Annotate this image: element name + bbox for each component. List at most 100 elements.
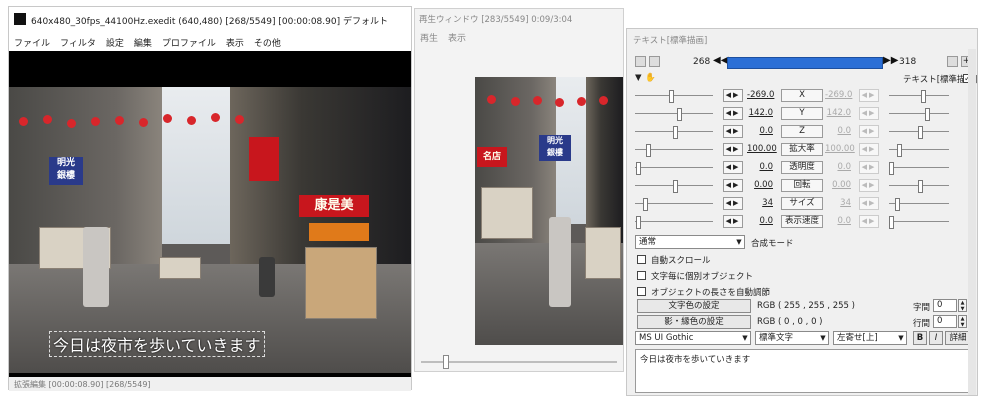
param-step-left[interactable]: ◀▶	[723, 197, 743, 210]
pin-icon[interactable]	[947, 56, 958, 67]
panel-scrollbar[interactable]	[968, 49, 976, 395]
param-slider-thumb-right[interactable]	[918, 180, 923, 193]
align-select[interactable]: 左寄せ[上] ▼	[833, 331, 907, 345]
italic-button[interactable]: I	[929, 331, 943, 345]
param-slider-left[interactable]	[635, 221, 713, 222]
per-char-object-checkbox[interactable]	[637, 271, 646, 280]
param-name-button[interactable]: 拡大率	[781, 143, 823, 156]
param-step-right[interactable]: ◀▶	[859, 179, 879, 192]
line-spacing-input[interactable]: 0	[933, 315, 957, 328]
param-slider-thumb-left[interactable]	[646, 144, 651, 157]
shadow-color-button[interactable]: 影・縁色の設定	[637, 315, 751, 329]
param-step-right[interactable]: ◀▶	[859, 215, 879, 228]
frame-icon[interactable]	[649, 56, 660, 67]
hand-icon[interactable]: ✋	[645, 73, 656, 83]
param-slider-thumb-right[interactable]	[897, 144, 902, 157]
param-slider-right[interactable]	[889, 113, 949, 114]
param-value-left[interactable]: 100.00	[747, 144, 777, 154]
auto-scroll-checkbox[interactable]	[637, 255, 646, 264]
param-value-right[interactable]: 0.0	[825, 126, 851, 136]
param-slider-right[interactable]	[889, 95, 949, 96]
auto-length-checkbox[interactable]	[637, 287, 646, 296]
param-value-right[interactable]: 142.0	[825, 108, 851, 118]
param-value-left[interactable]: 0.00	[747, 180, 773, 190]
param-slider-thumb-right[interactable]	[895, 198, 900, 211]
param-name-button[interactable]: 回転	[781, 179, 823, 192]
param-value-right[interactable]: 0.0	[825, 216, 851, 226]
param-value-right[interactable]: -269.0	[825, 90, 852, 100]
playback-preview[interactable]: 名店 明光 銀樓	[475, 77, 623, 345]
param-value-right[interactable]: 34	[825, 198, 851, 208]
param-step-left[interactable]: ◀▶	[723, 215, 743, 228]
menu-file[interactable]: ファイル	[9, 31, 55, 51]
param-value-left[interactable]: 0.0	[747, 216, 773, 226]
param-step-right[interactable]: ◀▶	[859, 89, 879, 102]
menu-filter[interactable]: フィルタ	[55, 31, 101, 51]
subtitle-text[interactable]: 今日は夜市を歩いていきます	[49, 331, 265, 357]
param-step-right[interactable]: ◀▶	[859, 143, 879, 156]
text-panel-title-bar[interactable]: テキスト[標準描画]	[627, 29, 977, 49]
frame-range-bar[interactable]	[727, 57, 883, 69]
param-slider-left[interactable]	[635, 167, 713, 168]
param-slider-thumb-right[interactable]	[889, 216, 894, 229]
playback-seekbar[interactable]	[421, 361, 617, 363]
line-spacing-spinner[interactable]: ▲ ▼	[958, 315, 967, 328]
char-spacing-spinner[interactable]: ▲ ▼	[958, 299, 967, 312]
param-slider-thumb-left[interactable]	[669, 90, 674, 103]
param-slider-right[interactable]	[889, 167, 949, 168]
param-slider-thumb-right[interactable]	[918, 126, 923, 139]
bold-button[interactable]: B	[913, 331, 927, 345]
param-value-left[interactable]: -269.0	[747, 90, 774, 100]
char-spacing-input[interactable]: 0	[933, 299, 957, 312]
param-name-button[interactable]: Y	[781, 107, 823, 120]
param-name-button[interactable]: Z	[781, 125, 823, 138]
param-slider-thumb-left[interactable]	[643, 198, 648, 211]
param-step-left[interactable]: ◀▶	[723, 179, 743, 192]
style-select[interactable]: 標準文字 ▼	[755, 331, 829, 345]
param-step-right[interactable]: ◀▶	[859, 197, 879, 210]
menu-edit[interactable]: 編集	[129, 31, 157, 51]
param-step-right[interactable]: ◀▶	[859, 161, 879, 174]
text-color-button[interactable]: 文字色の設定	[637, 299, 751, 313]
param-slider-thumb-right[interactable]	[889, 162, 894, 175]
param-slider-left[interactable]	[635, 113, 713, 114]
param-step-left[interactable]: ◀▶	[723, 125, 743, 138]
param-slider-thumb-left[interactable]	[673, 180, 678, 193]
menu-settings[interactable]: 設定	[101, 31, 129, 51]
menu-view[interactable]: 表示	[221, 31, 249, 51]
param-step-left[interactable]: ◀▶	[723, 89, 743, 102]
param-slider-right[interactable]	[889, 221, 949, 222]
param-slider-thumb-right[interactable]	[925, 108, 930, 121]
param-slider-thumb-left[interactable]	[636, 216, 641, 229]
param-step-right[interactable]: ◀▶	[859, 107, 879, 120]
param-slider-thumb-left[interactable]	[673, 126, 678, 139]
param-step-left[interactable]: ◀▶	[723, 143, 743, 156]
param-name-button[interactable]: サイズ	[781, 197, 823, 210]
text-content-input[interactable]: 今日は夜市を歩いていきます	[635, 349, 969, 393]
param-name-button[interactable]: 表示速度	[781, 215, 823, 228]
param-value-right[interactable]: 0.0	[825, 162, 851, 172]
param-value-left[interactable]: 0.0	[747, 126, 773, 136]
collapse-arrow-icon[interactable]: ▼	[635, 73, 642, 83]
font-select[interactable]: MS UI Gothic ▼	[635, 331, 751, 345]
param-slider-left[interactable]	[635, 95, 713, 96]
param-name-button[interactable]: 透明度	[781, 161, 823, 174]
menu-display[interactable]: 表示	[443, 27, 471, 45]
param-slider-thumb-left[interactable]	[636, 162, 641, 175]
param-step-right[interactable]: ◀▶	[859, 125, 879, 138]
menu-profile[interactable]: プロファイル	[157, 31, 221, 51]
param-value-right[interactable]: 100.00	[825, 144, 855, 154]
param-value-left[interactable]: 142.0	[747, 108, 773, 118]
param-value-left[interactable]: 0.0	[747, 162, 773, 172]
blend-mode-select[interactable]: 通常 ▼	[635, 235, 745, 249]
playback-seek-thumb[interactable]	[443, 355, 449, 369]
param-value-right[interactable]: 0.00	[825, 180, 851, 190]
camera-icon[interactable]	[635, 56, 646, 67]
menu-play[interactable]: 再生	[415, 27, 443, 45]
param-step-left[interactable]: ◀▶	[723, 161, 743, 174]
param-name-button[interactable]: X	[781, 89, 823, 102]
main-preview[interactable]: 明光 銀樓 康是美 今日は夜市を歩いていきます	[9, 51, 411, 377]
playback-title-bar[interactable]: 再生ウィンドウ [283/5549] 0:09/3:04	[415, 9, 623, 27]
param-step-left[interactable]: ◀▶	[723, 107, 743, 120]
param-slider-thumb-right[interactable]	[921, 90, 926, 103]
